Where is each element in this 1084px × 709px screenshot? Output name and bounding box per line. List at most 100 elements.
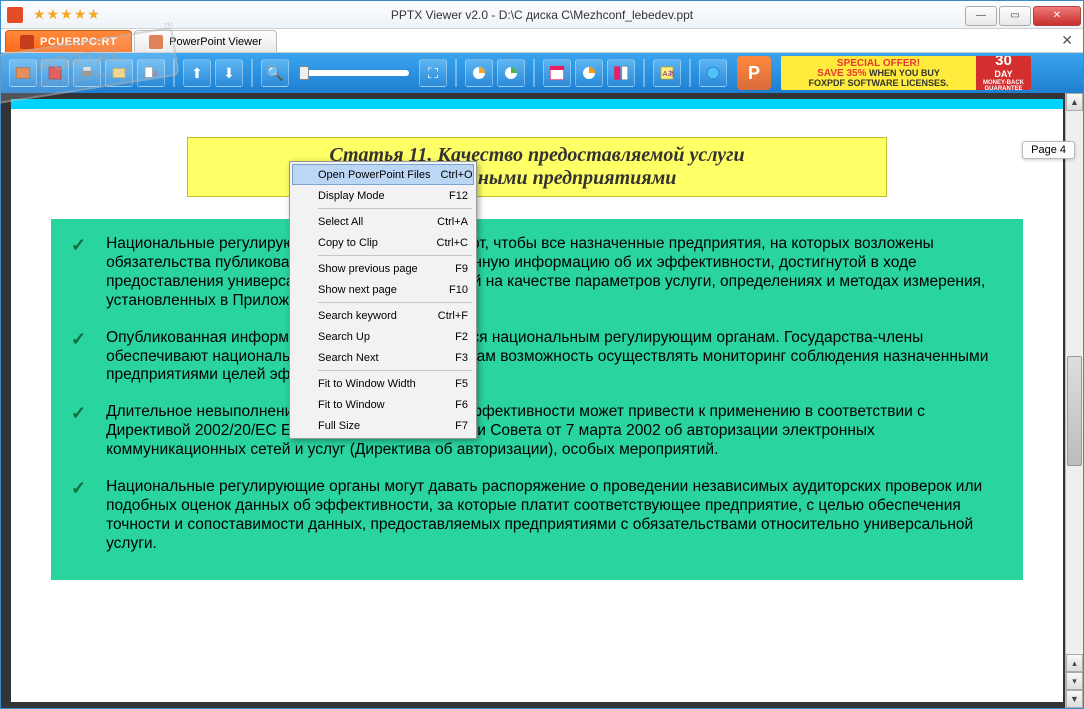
content-area: Статья 11. Качество предоставляемой услу…	[1, 93, 1083, 708]
bullet-item: ✓ Длительное невыполнение предприятием ц…	[71, 403, 1003, 460]
menu-item-shortcut: F9	[455, 263, 468, 275]
menu-item-label: Search keyword	[318, 310, 428, 322]
tab-viewer[interactable]: PowerPoint Viewer	[134, 30, 277, 52]
fullscreen-button[interactable]: ⛶	[419, 59, 447, 87]
bullet-item: ✓ Национальные регулирующие органы могут…	[71, 478, 1003, 554]
promo-text: SPECIAL OFFER! SAVE 35% WHEN YOU BUY FOX…	[781, 56, 976, 90]
powerpoint-icon	[20, 35, 34, 49]
menu-item-shortcut: Ctrl+O	[441, 169, 473, 181]
close-tab-button[interactable]: ✕	[1061, 32, 1073, 49]
check-icon: ✓	[71, 478, 86, 554]
menu-item[interactable]: Fit to Window Width F5	[292, 373, 474, 394]
menu-item-shortcut: Ctrl+C	[437, 237, 468, 249]
menu-item[interactable]: Search Next F3	[292, 347, 474, 368]
zoom-slider[interactable]	[299, 70, 409, 76]
slider-thumb[interactable]	[299, 66, 309, 80]
menu-item[interactable]: Copy to Clip Ctrl+C	[292, 232, 474, 253]
slide-body: ✓ Национальные регулирующие органы обесп…	[51, 219, 1023, 580]
menu-item[interactable]: Full Size F7	[292, 415, 474, 436]
menu-item-label: Fit to Window Width	[318, 378, 445, 390]
menu-item-shortcut: F6	[455, 399, 468, 411]
menu-item-label: Show next page	[318, 284, 439, 296]
menu-item[interactable]: Fit to Window F6	[292, 394, 474, 415]
web-button[interactable]	[699, 59, 727, 87]
menu-item-shortcut: F3	[455, 352, 468, 364]
titlebar: ★ ★ ★ ★ ★ PPTX Viewer v2.0 - D:\С диска …	[1, 1, 1083, 29]
menu-item-shortcut: Ctrl+A	[437, 216, 468, 228]
app-icon	[7, 7, 23, 23]
menu-separator	[318, 208, 472, 209]
scroll-page-down-button[interactable]: ▾	[1066, 672, 1083, 690]
menu-item-label: Search Up	[318, 331, 445, 343]
tab-brand[interactable]: PCUERPC:RT	[5, 30, 132, 52]
convert-pdf-button[interactable]	[41, 59, 69, 87]
check-icon: ✓	[71, 329, 86, 386]
next-page-button[interactable]: ⬇	[215, 59, 243, 87]
powerpoint-icon	[149, 35, 163, 49]
menu-item-label: Show previous page	[318, 263, 445, 275]
scroll-page-up-button[interactable]: ▴	[1066, 654, 1083, 672]
scroll-up-button[interactable]: ▲	[1066, 93, 1083, 111]
bullet-text: Длительное невыполнение предприятием цел…	[106, 403, 1003, 460]
promo-badge: 30 DAY MONEY-BACK GUARANTEE	[976, 56, 1031, 90]
bullet-item: ✓ Национальные регулирующие органы обесп…	[71, 235, 1003, 311]
email-button[interactable]	[105, 59, 133, 87]
scroll-track[interactable]	[1066, 111, 1083, 654]
menu-item-label: Full Size	[318, 420, 445, 432]
star-icon: ★	[60, 6, 73, 23]
menu-item-label: Fit to Window	[318, 399, 445, 411]
menu-item-shortcut: F2	[455, 331, 468, 343]
check-icon: ✓	[71, 403, 86, 460]
menu-item[interactable]: Show next page F10	[292, 279, 474, 300]
menu-separator	[318, 370, 472, 371]
close-button[interactable]: ✕	[1033, 6, 1081, 26]
bullet-item: ✓ Опубликованная информация также предст…	[71, 329, 1003, 386]
rating-stars: ★ ★ ★ ★ ★	[33, 6, 100, 23]
view-layout-2-button[interactable]	[575, 59, 603, 87]
menu-item-label: Open PowerPoint Files	[318, 169, 431, 181]
page-indicator: Page 4	[1022, 141, 1075, 159]
menu-item-shortcut: F10	[449, 284, 468, 296]
menu-item[interactable]: Show previous page F9	[292, 258, 474, 279]
zoom-tool-button[interactable]: 🔍	[261, 59, 289, 87]
menu-item[interactable]: Search keyword Ctrl+F	[292, 305, 474, 326]
menu-item-label: Select All	[318, 216, 427, 228]
menu-item[interactable]: Display ModeF12	[292, 185, 474, 206]
bullet-text: Национальные регулирующие органы обеспеч…	[106, 235, 1003, 311]
menu-item-shortcut: Ctrl+F	[438, 310, 468, 322]
check-icon: ✓	[71, 235, 86, 311]
menu-item-shortcut: F7	[455, 420, 468, 432]
open-file-button[interactable]	[9, 59, 37, 87]
menu-item[interactable]: Search Up F2	[292, 326, 474, 347]
pie-chart-a-button[interactable]	[465, 59, 493, 87]
menu-item-shortcut: F12	[449, 190, 468, 202]
view-layout-1-button[interactable]	[543, 59, 571, 87]
language-button[interactable]: Aあ	[653, 59, 681, 87]
prev-page-button[interactable]: ⬆	[183, 59, 211, 87]
menu-item-shortcut: F5	[455, 378, 468, 390]
star-icon: ★	[87, 6, 100, 23]
page-canvas: Статья 11. Качество предоставляемой услу…	[11, 99, 1063, 702]
maximize-button[interactable]: ▭	[999, 6, 1031, 26]
scroll-down-button[interactable]: ▼	[1066, 690, 1083, 708]
menu-item-label: Search Next	[318, 352, 445, 364]
toolbar: X ⬆ ⬇ 🔍 ⛶ Aあ P SPECIAL OFFER! SAVE 35% W…	[1, 53, 1083, 93]
menu-item-label: Copy to Clip	[318, 237, 427, 249]
scroll-thumb[interactable]	[1067, 356, 1082, 466]
vertical-scrollbar[interactable]: ▲ ▴ ▾ ▼	[1065, 93, 1083, 708]
print-button[interactable]	[73, 59, 101, 87]
svg-text:X: X	[153, 69, 158, 78]
menu-separator	[318, 302, 472, 303]
svg-text:Aあ: Aあ	[663, 69, 676, 78]
promo-banner[interactable]: SPECIAL OFFER! SAVE 35% WHEN YOU BUY FOX…	[781, 56, 1031, 90]
tab-label: PCUERPC:RT	[40, 36, 117, 48]
star-icon: ★	[74, 6, 87, 23]
promo-app-icon[interactable]: P	[737, 56, 771, 90]
menu-item[interactable]: Select All Ctrl+A	[292, 211, 474, 232]
pie-chart-b-button[interactable]	[497, 59, 525, 87]
minimize-button[interactable]: —	[965, 6, 997, 26]
star-icon: ★	[47, 6, 60, 23]
menu-item[interactable]: Open PowerPoint Files Ctrl+O	[292, 164, 474, 185]
export-button[interactable]: X	[137, 59, 165, 87]
view-layout-3-button[interactable]	[607, 59, 635, 87]
